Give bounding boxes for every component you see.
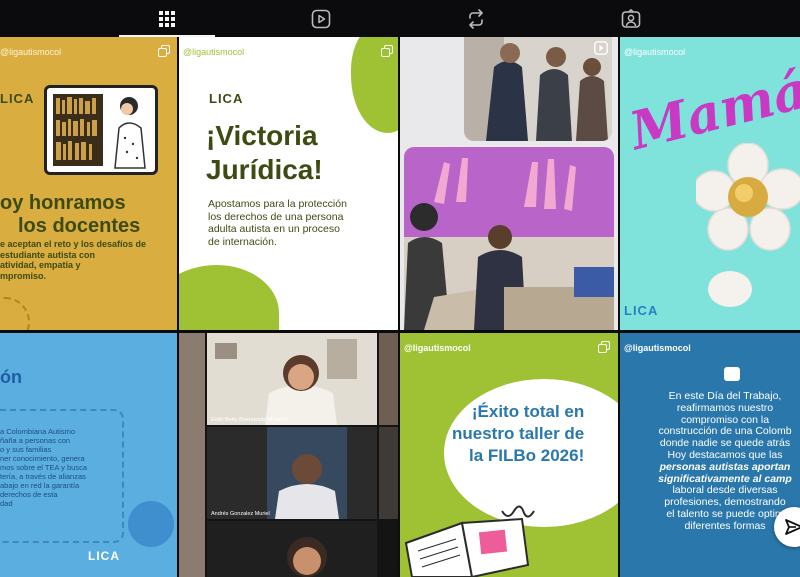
post-handle: @ligautismocol bbox=[404, 343, 471, 353]
call-tile-speaker: Edith Betty Buenavista Morales bbox=[207, 333, 377, 425]
photo-panel-talk bbox=[404, 147, 614, 330]
call-tile-left bbox=[179, 333, 205, 577]
brand-logo: LICA bbox=[0, 91, 35, 106]
post-dia-del-trabajo[interactable]: @ligautismocol En este Día del Trabajo, r… bbox=[620, 333, 800, 577]
post-headline: oy honramos los docentes bbox=[0, 192, 141, 237]
post-filbo[interactable]: @ligautismocol ¡Éxito total en nuestro ta… bbox=[400, 333, 618, 577]
post-body: a Colombiana Autismo ñaña a personas con o… bbox=[0, 427, 87, 508]
teacher-illustration bbox=[44, 85, 158, 175]
profile-tab-bar bbox=[0, 0, 800, 37]
repost-icon bbox=[466, 8, 486, 29]
post-handle: @ligautismocol bbox=[0, 47, 62, 57]
tagged-icon bbox=[621, 8, 641, 29]
post-grid: @ligautismocol LICA oy honramos los doce… bbox=[0, 37, 800, 577]
carousel-icon bbox=[381, 45, 393, 57]
photo-press-event bbox=[464, 37, 612, 141]
brand-logo: LICA bbox=[624, 303, 659, 318]
brand-logo: LICA bbox=[209, 91, 244, 106]
tab-reels[interactable] bbox=[291, 0, 351, 37]
grid-icon bbox=[159, 10, 175, 27]
decor-circle bbox=[0, 297, 30, 330]
decor-puzzle-knob bbox=[128, 501, 174, 547]
carousel-icon bbox=[158, 45, 170, 57]
carousel-icon bbox=[598, 341, 610, 353]
post-handle: @ligautismocol bbox=[624, 343, 691, 353]
post-body: En este Día del Trabajo, reafirmamos nues… bbox=[658, 390, 792, 532]
call-tile-participant: Andrés Gonzalez Muriel bbox=[207, 427, 377, 519]
reels-icon bbox=[311, 9, 331, 29]
call-tile-right bbox=[379, 333, 398, 425]
post-mama[interactable]: @ligautismocol Mamá LICA bbox=[620, 37, 800, 330]
post-event-video[interactable] bbox=[400, 37, 618, 330]
post-teachers[interactable]: @ligautismocol LICA oy honramos los doce… bbox=[0, 37, 177, 330]
post-handle: @ligautismocol bbox=[183, 47, 245, 57]
post-headline: ¡Éxito total en nuestro taller de la FILBo… bbox=[452, 402, 585, 465]
post-title: ¡Victoria Jurídica! bbox=[206, 120, 323, 185]
post-title: ón bbox=[0, 367, 22, 387]
tab-reposts[interactable] bbox=[446, 0, 506, 37]
send-icon bbox=[784, 517, 800, 542]
post-mission[interactable]: ón a Colombiana Autismo ñaña a personas c… bbox=[0, 333, 177, 577]
post-body: Apostamos para la protección los derechos… bbox=[208, 198, 347, 248]
row-gutter bbox=[0, 330, 800, 333]
book-illustration bbox=[402, 503, 542, 577]
post-handle: @ligautismocol bbox=[624, 47, 686, 57]
post-victoria-juridica[interactable]: @ligautismocol LICA ¡Victoria Jurídica! A… bbox=[179, 37, 398, 330]
decor-blob-bottom bbox=[179, 265, 279, 330]
post-body: e aceptan el reto y los desafíos de estud… bbox=[0, 239, 147, 281]
brand-logo: LICA bbox=[88, 549, 120, 563]
participant-name: Edith Betty Buenavista Morales bbox=[211, 417, 288, 423]
participant-name: Andrés Gonzalez Muriel bbox=[211, 511, 270, 517]
tab-tagged[interactable] bbox=[601, 0, 661, 37]
call-tile-right-2 bbox=[379, 427, 398, 519]
flower-decoration bbox=[692, 142, 800, 258]
post-video-call[interactable]: Edith Betty Buenavista Morales Andrés Go… bbox=[179, 333, 398, 577]
share-fab[interactable] bbox=[774, 507, 800, 547]
call-tile-bottom bbox=[207, 521, 377, 577]
tab-posts[interactable] bbox=[119, 0, 215, 37]
play-icon bbox=[594, 41, 608, 60]
decor-pebble bbox=[708, 271, 752, 307]
puzzle-piece-icon bbox=[724, 367, 740, 381]
